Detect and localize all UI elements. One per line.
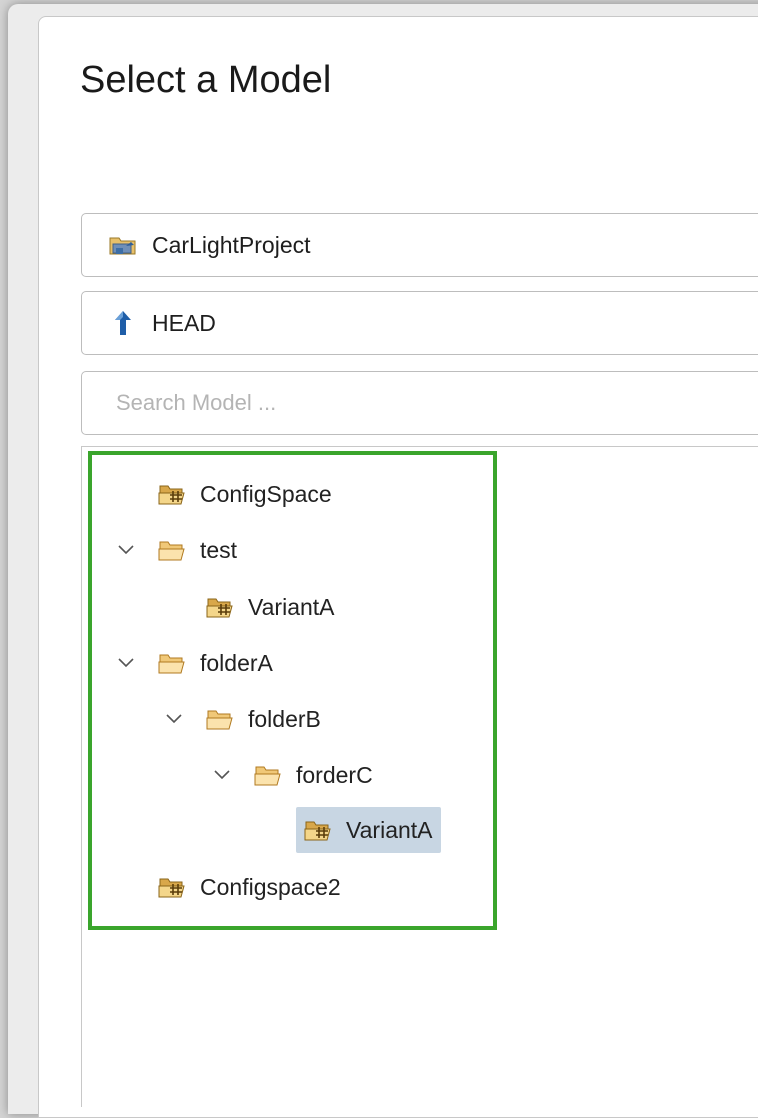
project-icon xyxy=(106,228,140,262)
project-label: CarLightProject xyxy=(152,231,311,258)
project-selector[interactable]: CarLightProject xyxy=(81,213,758,277)
branch-selector[interactable]: HEAD xyxy=(81,291,758,355)
search-model-field[interactable] xyxy=(81,371,758,435)
branch-label: HEAD xyxy=(152,309,216,336)
search-input[interactable] xyxy=(114,389,718,417)
branch-up-arrow-icon xyxy=(106,306,140,340)
dialog-title: Select a Model xyxy=(80,59,332,101)
tree-highlight-box xyxy=(88,451,497,930)
